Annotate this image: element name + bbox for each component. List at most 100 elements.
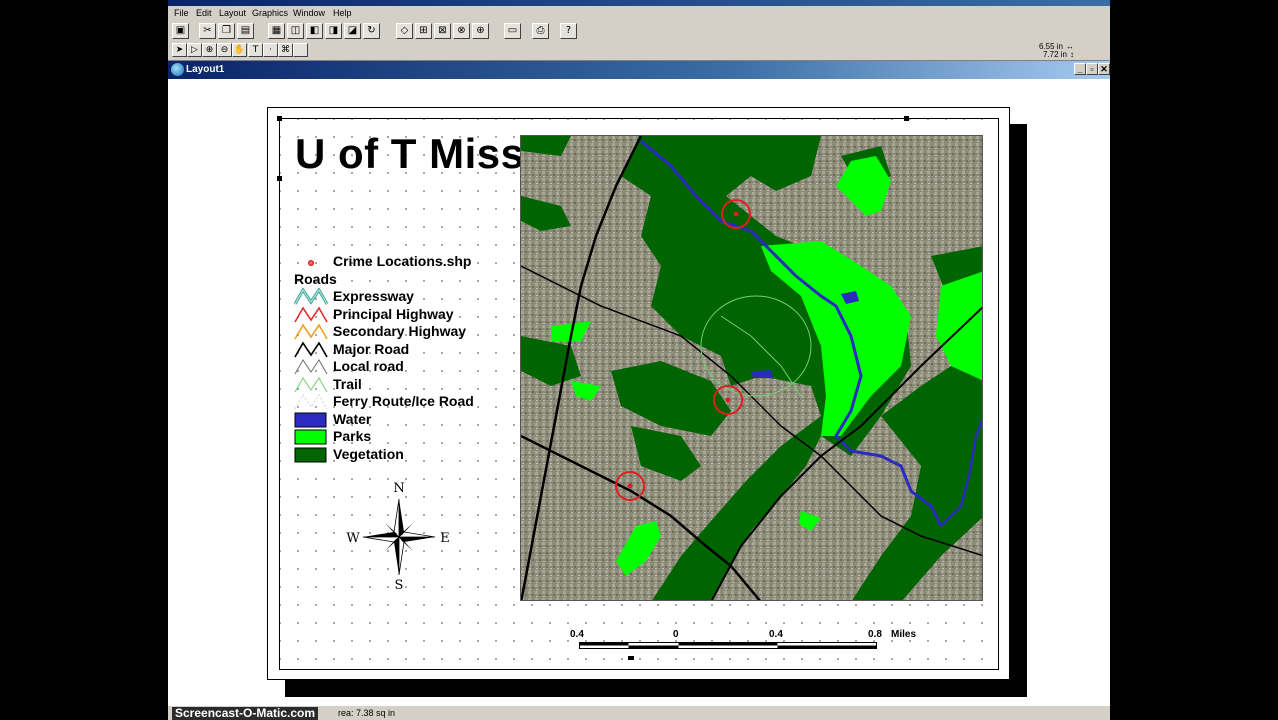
arcview-app-window: File Edit Layout Graphics Window Help ▣ …	[168, 0, 1110, 720]
selection-handle[interactable]	[277, 116, 282, 121]
selection-handle[interactable]	[277, 176, 282, 181]
frame-icon[interactable]: ⊗	[453, 23, 470, 39]
menu-window[interactable]: Window	[293, 8, 325, 18]
layout-window-title: Layout1	[186, 64, 225, 75]
legend-label: Local road	[333, 358, 404, 374]
send-back-icon[interactable]: ◪	[344, 23, 361, 39]
selection-handle[interactable]	[628, 656, 634, 660]
refresh-icon[interactable]: ↻	[363, 23, 380, 39]
legend-label: Vegetation	[333, 445, 404, 462]
north-arrow[interactable]: N S E W	[344, 481, 454, 593]
satellite-map-image	[521, 136, 982, 600]
principal-highway-line-icon	[294, 305, 328, 322]
grid-icon[interactable]: ⊠	[434, 23, 451, 39]
water-swatch-icon	[294, 412, 327, 427]
menu-layout[interactable]: Layout	[219, 8, 246, 18]
legend-label: Water	[333, 410, 372, 427]
compass-n-label: N	[393, 481, 404, 496]
major-road-line-icon	[294, 340, 328, 357]
legend-label: Parks	[333, 428, 372, 444]
legend-label: Principal Highway	[333, 305, 454, 322]
compass-w-label: W	[346, 531, 360, 546]
zoom-in-icon[interactable]: ⊕	[202, 43, 217, 57]
legend-item-vegetation: Vegetation	[294, 446, 506, 464]
page-setup-icon[interactable]: ▭	[504, 23, 521, 39]
menu-file[interactable]: File	[174, 8, 189, 18]
close-button[interactable]: ✕	[1098, 63, 1110, 75]
snap-icon[interactable]: ⊕	[472, 23, 489, 39]
legend-item-road: Expressway	[294, 288, 506, 306]
legend-item-road: Local road	[294, 358, 506, 376]
text-tool-icon[interactable]: T	[248, 43, 263, 57]
pan-icon[interactable]: ✋	[232, 43, 247, 57]
legend-item-water: Water	[294, 411, 506, 429]
draw-line-icon[interactable]: ◇	[396, 23, 413, 39]
scale-units: Miles	[891, 629, 917, 640]
ferry-route-line-icon	[294, 394, 328, 410]
selection-handle[interactable]	[904, 116, 909, 121]
scale-label: 0.4	[570, 629, 584, 640]
expressway-line-icon	[294, 288, 328, 305]
legend-label: Ferry Route/Ice Road	[333, 393, 474, 409]
layout-canvas[interactable]: U of T Miss Crime Locations.shp Roads Ex…	[168, 79, 1110, 705]
scale-label: 0.4	[769, 629, 783, 640]
paste-icon[interactable]: ▤	[237, 23, 254, 39]
parks-swatch-icon	[294, 429, 327, 445]
draw-point-icon[interactable]: ·	[263, 43, 278, 57]
vertex-edit-icon[interactable]: ▷	[187, 43, 202, 57]
compass-s-label: S	[395, 578, 404, 593]
legend-label: Expressway	[333, 288, 414, 304]
vegetation-swatch-icon	[294, 447, 327, 462]
legend-item-road: Principal Highway	[294, 306, 506, 324]
legend-item-parks: Parks	[294, 428, 506, 446]
local-road-line-icon	[294, 359, 328, 375]
copy-icon[interactable]: ❐	[218, 23, 235, 39]
scale-bar[interactable]: 0.4 0 0.4 0.8 Miles	[570, 629, 950, 669]
map-layout-frame[interactable]: U of T Miss Crime Locations.shp Roads Ex…	[277, 116, 999, 670]
legend-item-road: Major Road	[294, 341, 506, 359]
help-icon[interactable]: ?	[560, 23, 577, 39]
arrow-ud-icon: ↕	[1070, 50, 1074, 59]
compass-rose-icon: N S E W	[346, 481, 450, 593]
layout-globe-icon	[171, 63, 184, 76]
zoom-out-icon[interactable]: ⊖	[217, 43, 232, 57]
scale-bar-graphic	[579, 642, 877, 649]
properties-icon[interactable]: ▦	[268, 23, 285, 39]
menu-edit[interactable]: Edit	[196, 8, 212, 18]
status-text: rea: 7.38 sq in	[338, 708, 396, 718]
secondary-highway-line-icon	[294, 323, 328, 340]
button-bar: ▣ ✂ ❐ ▤ ▦ ◫ ◧ ◨ ◪ ↻ ◇ ⊞ ⊠ ⊗ ⊕ ▭ ⎙ ?	[168, 22, 1110, 41]
tool-bar: ➤ ▷ ⊕ ⊖ ✋ T · ⌘	[168, 41, 1110, 61]
menu-graphics[interactable]: Graphics	[252, 8, 288, 18]
coord-y: 7.72 in	[1042, 50, 1067, 59]
frame-tool-icon[interactable]: ⌘	[278, 43, 293, 57]
scale-label: 0	[673, 629, 679, 640]
pointer-icon[interactable]: ➤	[172, 43, 187, 57]
bring-front-icon[interactable]: ◨	[325, 23, 342, 39]
save-icon[interactable]: ▣	[172, 23, 189, 39]
map-view-frame[interactable]	[520, 135, 983, 601]
coordinate-readout: 6.55 in ↔ 7.72 in ↕	[1039, 43, 1074, 59]
minimize-button[interactable]: _	[1074, 63, 1086, 75]
crime-point-icon	[308, 260, 314, 266]
menu-help[interactable]: Help	[333, 8, 352, 18]
layout-window-titlebar: Layout1 _ ▫ ✕	[168, 61, 1110, 79]
layout-page: U of T Miss Crime Locations.shp Roads Ex…	[267, 107, 1010, 680]
legend-item-road: Ferry Route/Ice Road	[294, 393, 506, 411]
legend-item-road: Secondary Highway	[294, 323, 506, 341]
restore-button[interactable]: ▫	[1086, 63, 1098, 75]
cut-icon[interactable]: ✂	[199, 23, 216, 39]
legend-label: Trail	[333, 375, 362, 392]
blank-tool-icon[interactable]	[293, 43, 308, 57]
legend-label: Major Road	[333, 340, 410, 357]
watermark-logo: Screencast-O-Matic.com	[172, 707, 319, 720]
ungroup-icon[interactable]: ◧	[306, 23, 323, 39]
legend-item-crime: Crime Locations.shp	[294, 253, 506, 271]
map-title[interactable]: U of T Miss	[295, 130, 531, 190]
align-icon[interactable]: ⊞	[415, 23, 432, 39]
status-bar: Screencast-O-Matic.com rea: 7.38 sq in	[168, 705, 1110, 720]
menu-bar: File Edit Layout Graphics Window Help	[168, 6, 1110, 22]
compass-e-label: E	[440, 531, 450, 546]
group-icon[interactable]: ◫	[287, 23, 304, 39]
print-icon[interactable]: ⎙	[532, 23, 549, 39]
